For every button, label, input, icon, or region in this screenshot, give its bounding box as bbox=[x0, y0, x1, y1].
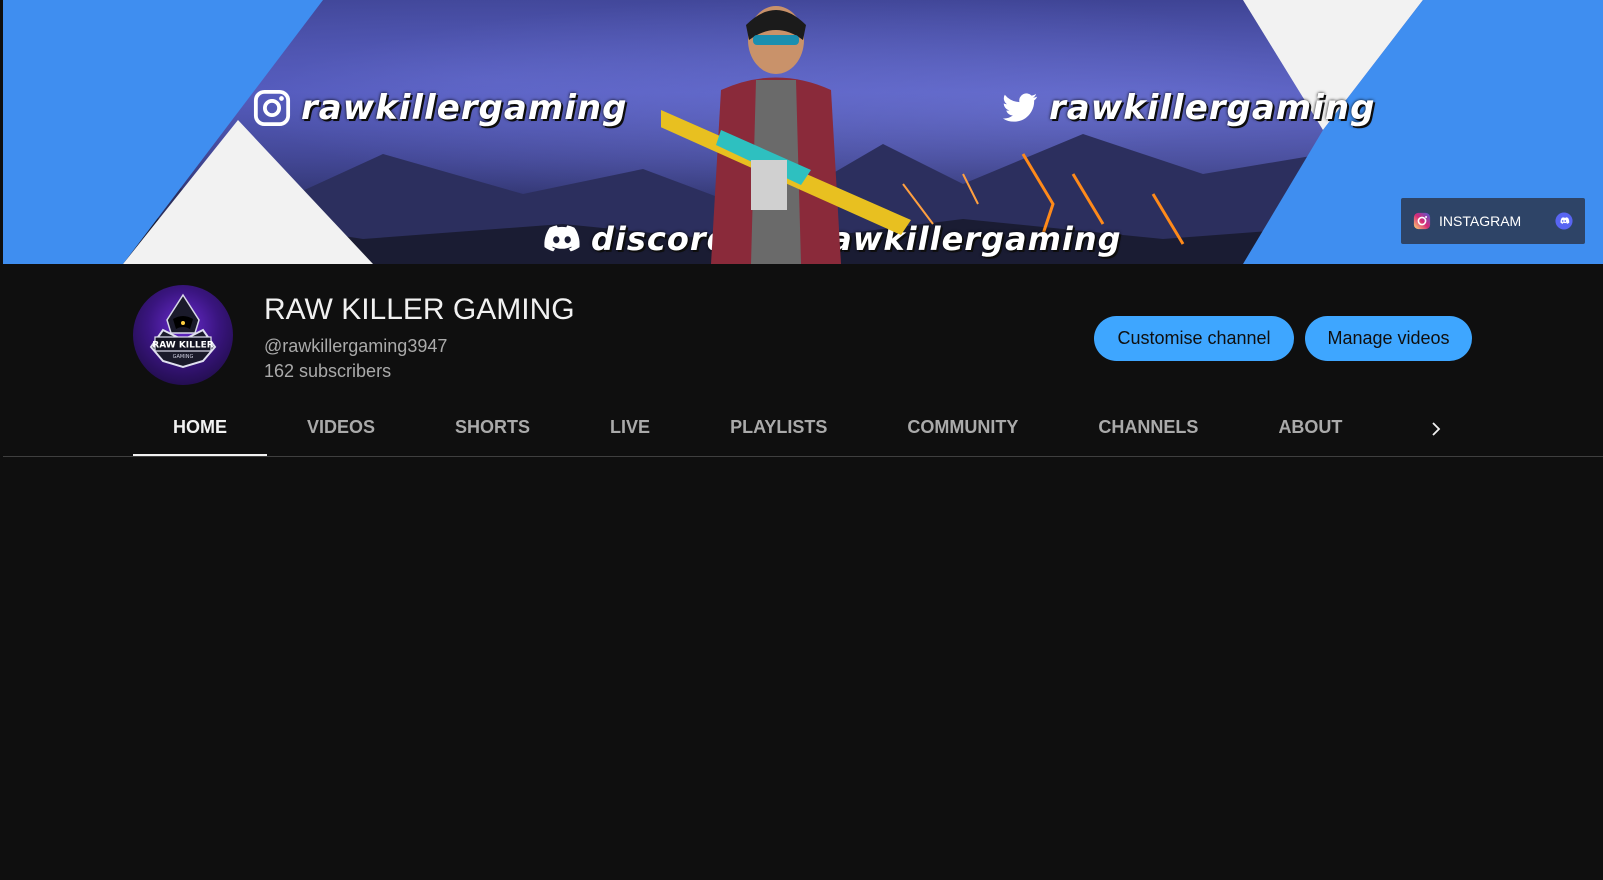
discord-icon bbox=[544, 225, 580, 252]
tab-shorts[interactable]: SHORTS bbox=[415, 398, 570, 457]
banner-corner-left bbox=[3, 0, 373, 264]
banner-twitter-handle: rawkillergaming bbox=[1049, 88, 1376, 128]
banner-links-chip[interactable]: INSTAGRAM bbox=[1401, 198, 1585, 244]
tab-divider bbox=[3, 456, 1603, 457]
tab-about[interactable]: ABOUT bbox=[1238, 398, 1382, 457]
instagram-icon bbox=[253, 89, 291, 127]
channel-handle: @rawkillergaming3947 bbox=[264, 336, 448, 356]
chevron-right-icon bbox=[1432, 422, 1441, 436]
avatar-text-sub: GAMING bbox=[173, 354, 194, 360]
banner-twitter: rawkillergaming bbox=[1001, 88, 1375, 128]
channel-name: RAW KILLER GAMING bbox=[264, 293, 575, 326]
manage-videos-button[interactable]: Manage videos bbox=[1305, 316, 1472, 361]
twitter-icon bbox=[1002, 93, 1038, 122]
channel-avatar[interactable]: RAW KILLER GAMING bbox=[133, 285, 233, 385]
banner-instagram-handle: rawkillergaming bbox=[301, 88, 628, 128]
channel-logo: RAW KILLER GAMING bbox=[149, 293, 217, 369]
instagram-icon bbox=[1413, 212, 1431, 230]
tab-home[interactable]: HOME bbox=[133, 398, 267, 457]
banner-link-label[interactable]: INSTAGRAM bbox=[1439, 213, 1547, 229]
subscriber-count: 162 subscribers bbox=[264, 361, 392, 381]
customise-channel-button[interactable]: Customise channel bbox=[1094, 316, 1294, 361]
banner-instagram: rawkillergaming bbox=[253, 88, 627, 128]
discord-icon[interactable] bbox=[1555, 212, 1573, 230]
tab-channels[interactable]: CHANNELS bbox=[1058, 398, 1238, 457]
tab-videos[interactable]: VIDEOS bbox=[267, 398, 415, 457]
tabs-scroll-right-button[interactable] bbox=[1420, 413, 1452, 445]
avatar-text-main: RAW KILLER bbox=[152, 341, 213, 351]
tab-playlists[interactable]: PLAYLISTS bbox=[690, 398, 867, 457]
banner-character-image bbox=[661, 6, 911, 264]
tab-live[interactable]: LIVE bbox=[570, 398, 690, 457]
tab-community[interactable]: COMMUNITY bbox=[867, 398, 1058, 457]
channel-banner: rawkillergaming rawkillergaming discord.… bbox=[3, 0, 1603, 264]
channel-tabs: HOME VIDEOS SHORTS LIVE PLAYLISTS COMMUN… bbox=[133, 398, 1382, 457]
